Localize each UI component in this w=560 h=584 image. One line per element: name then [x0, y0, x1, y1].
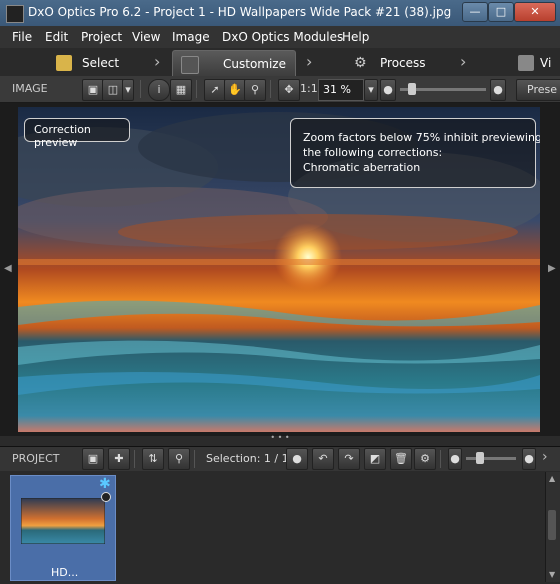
chevron-right-icon: ›	[154, 52, 161, 71]
zoom-slider[interactable]	[400, 83, 486, 95]
maximize-button[interactable]: □	[488, 2, 514, 22]
person-icon: ●	[448, 448, 462, 470]
person-icon[interactable]: ●	[286, 448, 308, 470]
slider-thumb[interactable]	[408, 83, 416, 95]
tab-select[interactable]: Select	[48, 50, 158, 76]
menu-project[interactable]: Project	[81, 30, 122, 44]
customize-icon	[181, 56, 199, 74]
add-folder-button[interactable]: ▣	[82, 448, 104, 470]
zoom-1to1-button[interactable]: 1:1	[300, 82, 318, 95]
trash-icon[interactable]: 🗑	[390, 448, 412, 470]
presets-button[interactable]: Prese	[516, 79, 560, 101]
filmstrip-scrollbar[interactable]: ▲ ▼	[545, 472, 560, 582]
image-toolbar: IMAGE ▣ ◫ ▾ i ▦ ➚ ✋ ⚲ ✥ 1:1 31 % ▾ ● ● P…	[0, 76, 560, 103]
pointer-icon[interactable]: ➚	[204, 79, 226, 101]
tab-process[interactable]: ⚙ Process	[346, 50, 456, 76]
toolbar-separator	[440, 450, 441, 468]
view-dropdown[interactable]: ▾	[122, 79, 134, 101]
selection-count: Selection: 1 / 1	[206, 452, 289, 465]
thumbnail-image	[21, 498, 105, 544]
scroll-up-icon[interactable]: ▲	[549, 474, 555, 483]
menu-help[interactable]: Help	[342, 30, 369, 44]
chevron-right-icon: ›	[306, 52, 313, 71]
person-icon: ●	[522, 448, 536, 470]
app-icon	[6, 5, 24, 23]
toolbar-separator	[196, 80, 197, 98]
tab-view[interactable]: Vi	[510, 50, 560, 76]
zoom-info-tooltip: Zoom factors below 75% inhibit previewin…	[290, 118, 540, 188]
zoom-dropdown[interactable]: ▾	[364, 79, 378, 101]
person-icon: ●	[490, 79, 506, 101]
chevron-right-icon: ›	[460, 52, 467, 71]
image-thumbnail[interactable]: ✱ HD...	[10, 475, 116, 581]
thumbnail-size-slider[interactable]	[466, 452, 516, 464]
grid-icon[interactable]: ▦	[170, 79, 192, 101]
window-title: DxO Optics Pro 6.2 - Project 1 - HD Wall…	[28, 5, 452, 19]
redo-icon[interactable]: ↷	[338, 448, 360, 470]
resize-handle[interactable]: • • •	[270, 434, 290, 442]
folder-icon	[56, 55, 72, 71]
status-dot-icon	[101, 492, 111, 502]
hand-icon[interactable]: ✋	[224, 79, 246, 101]
image-section-label: IMAGE	[12, 82, 48, 95]
crop-button[interactable]: ◩	[364, 448, 386, 470]
undo-icon[interactable]: ↶	[312, 448, 334, 470]
menu-modules[interactable]: DxO Optics Modules	[222, 30, 343, 44]
image-viewer[interactable]: ◀ ▶ Correction preview Zoom factors belo…	[0, 103, 560, 442]
toolbar-separator	[194, 450, 195, 468]
workflow-tabs: Select Customize ⚙ Process Vi	[0, 48, 560, 77]
view-icon	[518, 55, 534, 71]
info-icon[interactable]: i	[148, 79, 170, 101]
gear-icon: ⚙	[354, 55, 367, 71]
menu-bar: File Edit Project View Image DxO Optics …	[0, 26, 560, 48]
toolbar-separator	[140, 80, 141, 98]
menu-edit[interactable]: Edit	[45, 30, 68, 44]
toolbar-separator	[134, 450, 135, 468]
add-image-button[interactable]: ✚	[108, 448, 130, 470]
project-section-label: PROJECT	[12, 452, 60, 465]
chevron-right-icon[interactable]: ›	[542, 449, 548, 465]
compare-view-button[interactable]: ◫	[102, 79, 124, 101]
move-icon[interactable]: ✥	[278, 79, 300, 101]
zoom-field[interactable]: 31 %	[318, 79, 364, 101]
menu-file[interactable]: File	[12, 30, 32, 44]
preview-image[interactable]: Correction preview Zoom factors below 75…	[18, 107, 540, 432]
right-arrow-icon[interactable]: ▶	[548, 263, 556, 274]
thumbnail-label: HD...	[51, 566, 79, 579]
correction-preview-badge: Correction preview	[24, 118, 130, 149]
filter-button[interactable]: ⚲	[168, 448, 190, 470]
menu-image[interactable]: Image	[172, 30, 210, 44]
slider-thumb[interactable]	[476, 452, 484, 464]
sort-button[interactable]: ⇅	[142, 448, 164, 470]
filmstrip: ✱ HD...	[0, 471, 560, 584]
left-arrow-icon[interactable]: ◀	[4, 263, 12, 274]
scroll-down-icon[interactable]: ▼	[549, 570, 555, 579]
person-icon: ●	[380, 79, 396, 101]
zoom-icon[interactable]: ⚲	[244, 79, 266, 101]
project-toolbar: PROJECT ▣ ✚ ⇅ ⚲ Selection: 1 / 1 ● ↶ ↷ ◩…	[0, 446, 560, 472]
minimize-button[interactable]: —	[462, 2, 488, 22]
toolbar-separator	[270, 80, 271, 98]
scroll-thumb[interactable]	[548, 510, 556, 540]
title-bar: DxO Optics Pro 6.2 - Project 1 - HD Wall…	[0, 0, 560, 26]
close-button[interactable]: ✕	[514, 2, 556, 22]
menu-view[interactable]: View	[132, 30, 160, 44]
single-view-button[interactable]: ▣	[82, 79, 104, 101]
gear-icon[interactable]: ⚙	[414, 448, 436, 470]
star-icon: ✱	[99, 476, 111, 492]
tab-customize[interactable]: Customize	[172, 50, 296, 77]
